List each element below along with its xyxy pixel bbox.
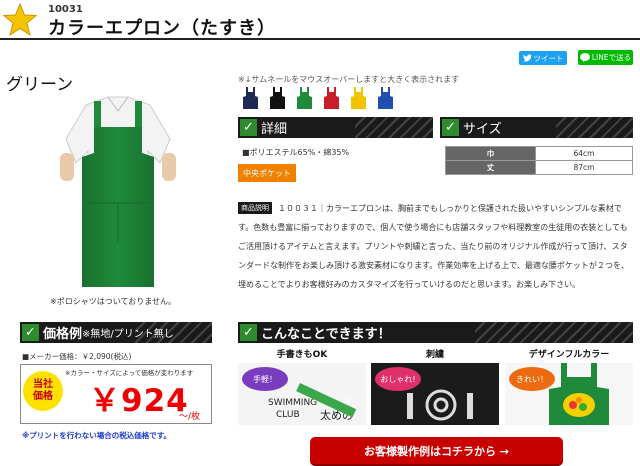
check-icon: ✓ (240, 119, 257, 136)
price-value: ￥924 (89, 383, 189, 419)
color-swatch-navy[interactable] (240, 87, 261, 109)
description-tag: 商品説明 (238, 202, 272, 214)
sample-text: CLUB (276, 410, 300, 420)
maker-price: ■メーカー価格：￥2,090(税込) (22, 352, 132, 361)
check-icon: ✓ (240, 324, 257, 341)
sample-text: SWIMMING (268, 398, 317, 408)
size-header: ✓ サイズ (440, 117, 633, 138)
feature-title: 刺繍 (425, 350, 444, 360)
color-swatches (240, 87, 396, 109)
feature-bubble: きれい！ (509, 367, 555, 391)
size-value: 64cm (535, 146, 633, 161)
feature-title: デザインフルカラー (528, 350, 610, 360)
line-share-button[interactable]: LINEで送る (578, 50, 633, 65)
apron-thumbnail-icon (351, 87, 366, 109)
features-heading: こんなことできます！ (261, 327, 391, 342)
apron-thumbnail-icon (297, 87, 312, 109)
color-name: グリーン (6, 75, 74, 95)
title-bar: 10031 カラーエプロン（たすき） (0, 0, 640, 40)
size-table: 巾 64cm 丈 87cm (445, 146, 633, 175)
thumbnail-note: ※↓サムネールをマウスオーバーしますと大きく表示されます (238, 75, 460, 84)
product-description: 商品説明 １００３１｜カラーエプロンは、胸前までもしっかりと保護された扱いやすいシ… (238, 199, 634, 294)
price-box: ※カラー・サイズによって価格が変わります 当社 価格 ￥924 ～/枚 (20, 364, 212, 424)
color-swatch-green[interactable] (294, 87, 315, 109)
material-text: ■ポリエステル65%・綿35% (242, 148, 350, 157)
print-note: ※プリントを行わない場合の税込価格です。 (22, 431, 172, 440)
apron-thumbnail-icon (324, 87, 339, 109)
star-icon (3, 3, 37, 37)
feature-title: 手書きもOK (276, 350, 328, 360)
feature-bubble: おしゃれ! (375, 367, 421, 391)
size-value: 87cm (535, 160, 633, 175)
price-heading-sub: ※無地/プリント無し (82, 329, 174, 340)
apron-thumbnail-icon (378, 87, 393, 109)
tweet-label: ツイート (533, 53, 564, 63)
title-divider (0, 38, 640, 40)
size-key: 巾 (445, 146, 536, 161)
pocket-tag[interactable]: 中央ポケット (238, 164, 296, 182)
feature-image: おしゃれ! (371, 363, 499, 425)
feature-image: SWIMMING CLUB 太めの HB 手軽！ (238, 363, 366, 425)
color-swatch-red[interactable] (321, 87, 342, 109)
line-label: LINEで送る (591, 53, 632, 62)
price-heading: 価格例 (43, 327, 83, 342)
details-header: ✓ 詳細 (238, 117, 433, 138)
feature-embroidery: 刺繍 おしゃれ! (371, 347, 499, 425)
size-heading: サイズ (463, 122, 502, 137)
table-row: 巾 64cm (445, 146, 633, 161)
page-title: カラーエプロン（たすき） (48, 18, 276, 39)
features-header: ✓ こんなことできます！ (238, 322, 633, 343)
price-header: ✓ 価格例 ※無地/プリント無し (20, 322, 212, 343)
color-swatch-yellow[interactable] (348, 87, 369, 109)
photo-note: ※ポロシャツはついておりません。 (50, 297, 176, 306)
table-row: 丈 87cm (445, 160, 633, 175)
color-swatch-blue[interactable] (375, 87, 396, 109)
apron-thumbnail-icon (270, 87, 285, 109)
description-text: １００３１｜カラーエプロンは、胸前までもしっかりと保護された扱いやすいシンプルな… (238, 204, 629, 289)
apron-thumbnail-icon (243, 87, 258, 109)
color-swatch-black[interactable] (267, 87, 288, 109)
twitter-bird-icon (522, 54, 532, 62)
line-bubble-icon (579, 53, 590, 62)
check-icon: ✓ (442, 119, 459, 136)
price-badge: 当社 価格 (23, 371, 63, 411)
feature-handwriting: 手書きもOK SWIMMING CLUB 太めの HB 手軽！ (238, 347, 366, 425)
check-icon: ✓ (22, 324, 39, 341)
details-heading: 詳細 (261, 122, 288, 137)
feature-image: きれい！ (505, 363, 633, 425)
tweet-button[interactable]: ツイート (519, 51, 567, 65)
product-photo (60, 96, 176, 287)
customer-examples-button[interactable]: お客様製作例はコチラから → (310, 437, 563, 464)
price-per-unit: ～/枚 (179, 412, 201, 422)
size-key: 丈 (445, 160, 536, 175)
feature-bubble: 手軽！ (242, 367, 288, 391)
feature-fullcolor: デザインフルカラー きれい！ (505, 347, 633, 425)
